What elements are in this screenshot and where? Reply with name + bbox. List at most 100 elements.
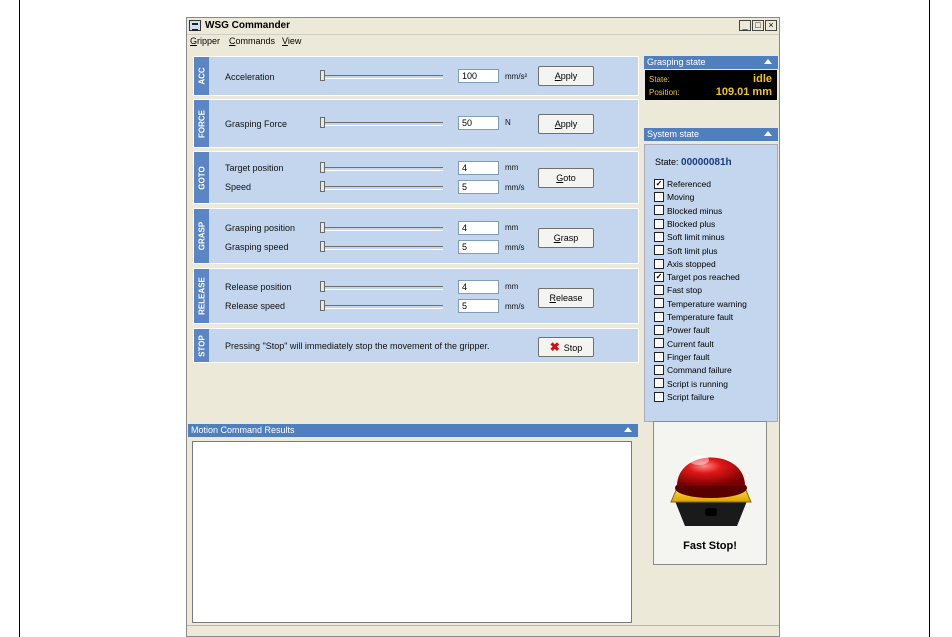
close-button[interactable]: × (765, 20, 777, 31)
release-speed-slider[interactable] (320, 300, 443, 311)
speed-label: Speed (225, 182, 252, 192)
grasping-state-header[interactable]: Grasping state (644, 56, 778, 69)
slider-thumb[interactable] (320, 181, 325, 192)
grasp-button[interactable]: Grasp (538, 228, 594, 248)
speed-input[interactable]: 5 (458, 180, 499, 194)
force-apply-button[interactable]: Apply (538, 114, 594, 134)
unchecked-checkbox-icon (654, 338, 664, 349)
release-position-label: Release position (225, 282, 292, 292)
system-flag-label: Fast stop (667, 285, 702, 296)
acceleration-unit: mm/s² (505, 72, 528, 81)
slider-thumb[interactable] (320, 162, 325, 173)
minimize-button[interactable]: _ (739, 20, 751, 31)
target-position-slider[interactable] (320, 162, 443, 173)
app-icon (189, 20, 201, 31)
speed-unit: mm/s (505, 183, 525, 192)
results-output[interactable] (192, 441, 632, 623)
system-flag-label: Script is running (667, 378, 728, 389)
system-flag-label: Referenced (667, 179, 711, 189)
gs-state-value: idle (753, 73, 772, 85)
grasping-force-slider[interactable] (320, 117, 443, 128)
slider-thumb[interactable] (320, 117, 325, 128)
system-flag-label: Command failure (667, 365, 732, 376)
system-state-label: State: (655, 157, 679, 167)
system-flag-row: Temperature fault (654, 311, 734, 323)
acceleration-input[interactable]: 100 (458, 69, 499, 83)
unchecked-checkbox-icon (654, 351, 664, 362)
stop-section: STOP Pressing "Stop" will immediately st… (193, 328, 639, 363)
system-flag-label: Soft limit plus (667, 245, 718, 256)
gs-position-value: 109.01 mm (715, 86, 772, 98)
release-position-slider[interactable] (320, 281, 443, 292)
fast-stop-button[interactable]: Fast Stop! (653, 421, 767, 565)
system-state-header[interactable]: System state (644, 128, 778, 141)
release-speed-label: Release speed (225, 301, 286, 311)
target-position-unit: mm (505, 163, 519, 172)
gs-position-label: Position: (649, 88, 680, 97)
unchecked-checkbox-icon (654, 364, 664, 375)
system-state-line: State: 00000081h (655, 157, 732, 168)
system-flag-row: Script failure (654, 391, 714, 403)
collapse-caret-icon (764, 131, 772, 136)
menu-commands[interactable]: Commands (229, 36, 275, 46)
slider-thumb[interactable] (320, 281, 325, 292)
slider-thumb[interactable] (320, 70, 325, 81)
stop-button[interactable]: ✖ Stop (538, 337, 594, 357)
grasping-position-input[interactable]: 4 (458, 221, 499, 235)
unchecked-checkbox-icon (654, 205, 664, 216)
release-speed-unit: mm/s (505, 302, 525, 311)
unchecked-checkbox-icon (654, 391, 664, 402)
maximize-button[interactable]: □ (752, 20, 764, 31)
grasping-speed-label: Grasping speed (225, 242, 289, 252)
unchecked-checkbox-icon (654, 245, 664, 256)
results-header[interactable]: Motion Command Results (188, 424, 638, 437)
system-state-value: 00000081h (681, 157, 732, 168)
goto-section: GOTO Target position 4 mm Speed 5 mm/s G… (193, 151, 639, 204)
speed-slider[interactable] (320, 181, 443, 192)
grasping-speed-slider[interactable] (320, 241, 443, 252)
release-button[interactable]: Release (538, 288, 594, 308)
system-flag-label: Blocked plus (667, 218, 716, 229)
checked-checkbox-icon: ✓ (654, 178, 664, 189)
target-position-label: Target position (225, 163, 284, 173)
unchecked-checkbox-icon (654, 258, 664, 269)
grasping-force-input[interactable]: 50 (458, 116, 499, 130)
stop-tab: STOP (194, 329, 209, 362)
unchecked-checkbox-icon (654, 192, 664, 203)
slider-thumb[interactable] (320, 300, 325, 311)
goto-tab: GOTO (194, 152, 209, 203)
menu-bar: Gripper Commands View (187, 35, 779, 48)
system-flag-row: ✓ Target pos reached (654, 271, 740, 283)
system-state-panel: State: 00000081h ✓ Referenced Moving Blocke… (644, 144, 778, 422)
release-position-input[interactable]: 4 (458, 280, 499, 294)
unchecked-checkbox-icon (654, 378, 664, 389)
unchecked-checkbox-icon (654, 218, 664, 229)
system-flag-row: Fast stop (654, 285, 702, 296)
system-flag-row: Axis stopped (654, 258, 716, 270)
slider-thumb[interactable] (320, 222, 325, 233)
collapse-caret-icon (764, 59, 772, 64)
grasping-position-slider[interactable] (320, 222, 443, 233)
menu-gripper[interactable]: Gripper (190, 36, 220, 46)
system-flag-label: Temperature fault (667, 312, 734, 322)
system-flag-label: Target pos reached (667, 272, 740, 283)
acc-tab: ACC (194, 57, 209, 95)
unchecked-checkbox-icon (654, 298, 664, 309)
acc-section: ACC Acceleration 100 mm/s² Apply (193, 56, 639, 96)
system-flag-row: Current fault (654, 338, 714, 350)
acceleration-slider[interactable] (320, 70, 443, 81)
unchecked-checkbox-icon (654, 231, 664, 242)
acc-apply-button[interactable]: Apply (538, 66, 594, 86)
target-position-input[interactable]: 4 (458, 161, 499, 175)
goto-button[interactable]: Goto (538, 168, 594, 188)
unchecked-checkbox-icon (654, 285, 664, 296)
grasping-speed-input[interactable]: 5 (458, 240, 499, 254)
slider-thumb[interactable] (320, 241, 325, 252)
system-flag-label: Soft limit minus (667, 232, 725, 243)
release-speed-input[interactable]: 5 (458, 299, 499, 313)
system-flag-label: Current fault (667, 338, 714, 349)
unchecked-checkbox-icon (654, 325, 664, 336)
menu-view[interactable]: View (282, 36, 301, 46)
release-position-unit: mm (505, 282, 519, 291)
system-flag-label: Blocked minus (667, 205, 723, 216)
